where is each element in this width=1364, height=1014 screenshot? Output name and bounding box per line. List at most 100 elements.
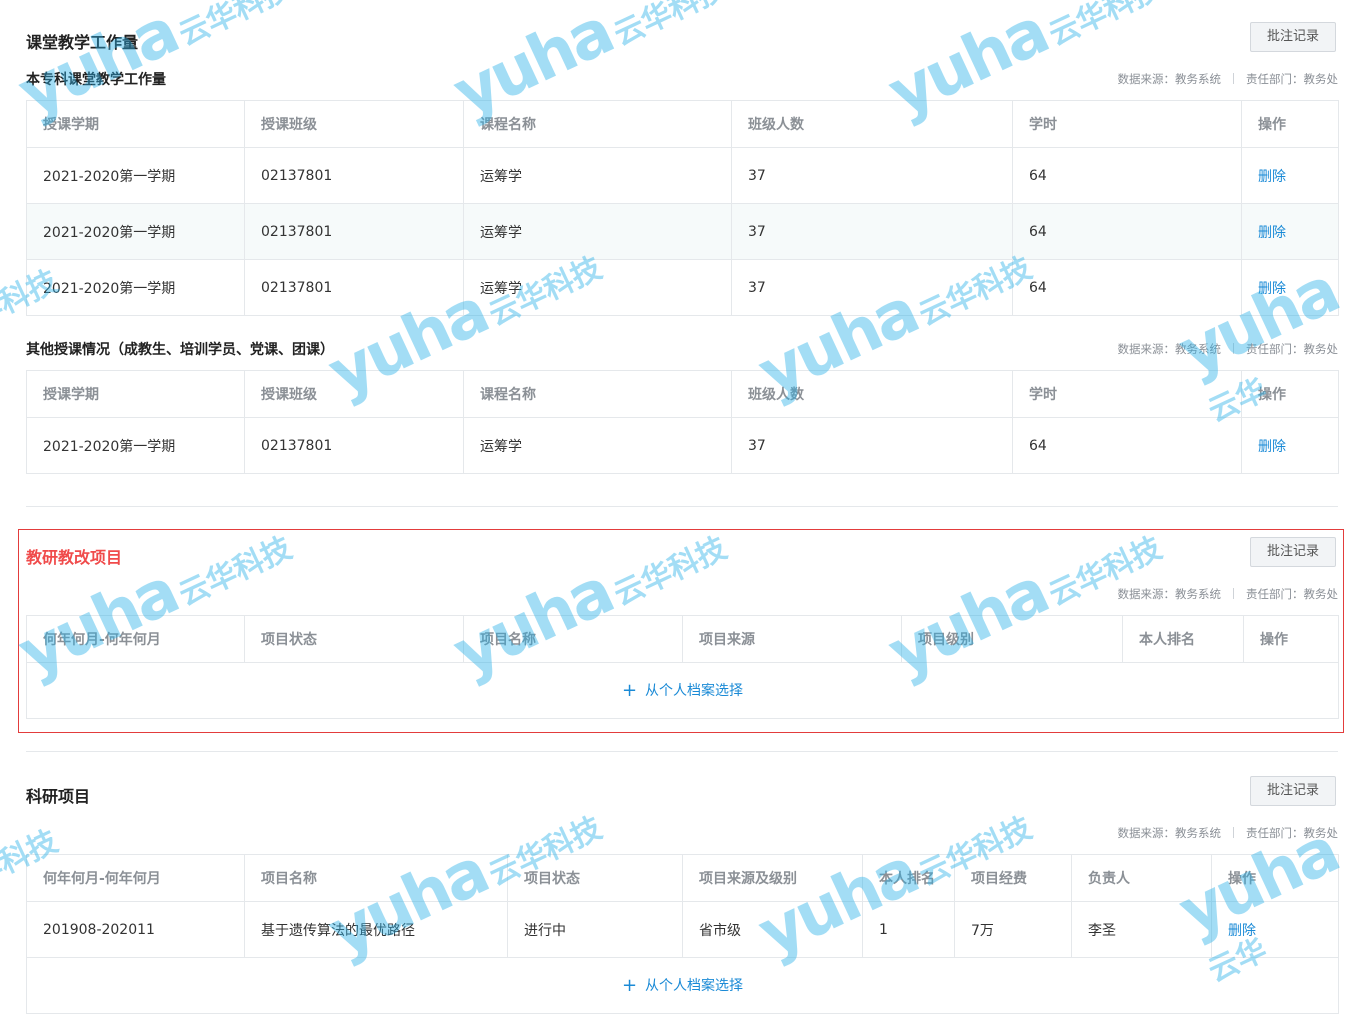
- subtitle-main-teaching: 本专科课堂教学工作量: [26, 72, 166, 88]
- cell-term: 2021-2020第一学期: [26, 417, 245, 474]
- cell-course: 运筹学: [463, 259, 732, 316]
- cell-action: 删除: [1241, 259, 1339, 316]
- col-header: 授课班级: [244, 100, 464, 148]
- cell-action: 删除: [1211, 901, 1339, 958]
- annotate-button-reform[interactable]: 批注记录: [1250, 537, 1336, 567]
- col-header: 项目状态: [244, 615, 464, 663]
- main-teaching-table: 授课学期 授课班级 课程名称 班级人数 学时 操作 2021-2020第一学期 …: [26, 100, 1339, 316]
- table-header-row: 何年何月-何年何月 项目状态 项目名称 项目来源 项目级别 本人排名 操作: [26, 615, 1339, 663]
- cell-class: 02137801: [244, 259, 464, 316]
- plus-icon: +: [621, 975, 638, 996]
- cell-action: 删除: [1241, 147, 1339, 204]
- cell-funding: 7万: [954, 901, 1072, 958]
- col-header: 项目级别: [901, 615, 1123, 663]
- annotate-button-research[interactable]: 批注记录: [1250, 776, 1336, 806]
- cell-class: 02137801: [244, 203, 464, 260]
- delete-link[interactable]: 删除: [1258, 281, 1286, 297]
- section-divider: [26, 506, 1338, 507]
- cell-term: 2021-2020第一学期: [26, 203, 245, 260]
- cell-class: 02137801: [244, 147, 464, 204]
- col-header: 授课班级: [244, 370, 464, 418]
- data-source-text: 数据来源：教务系统: [1117, 826, 1222, 840]
- col-header: 项目来源: [682, 615, 902, 663]
- section-divider: [26, 751, 1338, 752]
- col-header: 何年何月-何年何月: [26, 615, 245, 663]
- col-header: 班级人数: [731, 100, 1013, 148]
- data-source-text: 数据来源：教务系统: [1117, 587, 1222, 601]
- cell-source-level: 省市级: [682, 901, 863, 958]
- cell-action: 删除: [1241, 203, 1339, 260]
- cell-class: 02137801: [244, 417, 464, 474]
- cell-leader: 李圣: [1071, 901, 1212, 958]
- cell-course: 运筹学: [463, 203, 732, 260]
- add-from-profile-label: 从个人档案选择: [645, 683, 744, 699]
- cell-term: 2021-2020第一学期: [26, 147, 245, 204]
- delete-link[interactable]: 删除: [1258, 439, 1286, 455]
- meta-main-teaching: 数据来源：教务系统 责任部门：教务处: [1118, 71, 1339, 87]
- table-row: 201908-202011 基于遗传算法的最优路径 进行中 省市级 1 7万 李…: [26, 901, 1339, 958]
- cell-rank: 1: [862, 901, 955, 958]
- col-header: 操作: [1243, 615, 1339, 663]
- table-row: 2021-2020第一学期 02137801 运筹学 37 64 删除: [26, 259, 1339, 316]
- data-source-text: 数据来源：教务系统: [1117, 72, 1222, 86]
- cell-count: 37: [731, 203, 1013, 260]
- col-header: 学时: [1012, 370, 1242, 418]
- cell-hours: 64: [1012, 147, 1242, 204]
- table-header-row: 何年何月-何年何月 项目名称 项目状态 项目来源及级别 本人排名 项目经费 负责…: [26, 854, 1339, 902]
- data-source-text: 数据来源：教务系统: [1117, 342, 1222, 356]
- col-header: 操作: [1241, 370, 1339, 418]
- annotate-button-teaching[interactable]: 批注记录: [1250, 22, 1336, 52]
- plus-icon: +: [621, 680, 638, 701]
- cell-term: 2021-2020第一学期: [26, 259, 245, 316]
- delete-link[interactable]: 删除: [1228, 923, 1256, 939]
- dept-text: 责任部门：教务处: [1246, 826, 1338, 840]
- cell-course: 运筹学: [463, 417, 732, 474]
- col-header: 课程名称: [463, 100, 732, 148]
- table-row: 2021-2020第一学期 02137801 运筹学 37 64 删除: [26, 203, 1339, 260]
- table-header-row: 授课学期 授课班级 课程名称 班级人数 学时 操作: [26, 100, 1339, 148]
- table-row: 2021-2020第一学期 02137801 运筹学 37 64 删除: [26, 147, 1339, 204]
- section-title-teaching: 课堂教学工作量: [26, 33, 139, 52]
- add-from-profile-button[interactable]: + 从个人档案选择: [621, 680, 744, 701]
- reform-table: 何年何月-何年何月 项目状态 项目名称 项目来源 项目级别 本人排名 操作 + 从…: [26, 615, 1339, 719]
- cell-status: 进行中: [507, 901, 683, 958]
- meta-research: 数据来源：教务系统 责任部门：教务处: [1118, 825, 1339, 841]
- table-row: 2021-2020第一学期 02137801 运筹学 37 64 删除: [26, 417, 1339, 474]
- add-row: + 从个人档案选择: [26, 957, 1339, 1014]
- col-header: 项目经费: [954, 854, 1072, 902]
- dept-text: 责任部门：教务处: [1246, 342, 1338, 356]
- section-title-research: 科研项目: [26, 787, 91, 806]
- add-from-profile-cell: + 从个人档案选择: [26, 662, 1339, 719]
- table-header-row: 授课学期 授课班级 课程名称 班级人数 学时 操作: [26, 370, 1339, 418]
- col-header: 何年何月-何年何月: [26, 854, 245, 902]
- col-header: 本人排名: [1122, 615, 1244, 663]
- col-header: 项目名称: [463, 615, 683, 663]
- col-header: 本人排名: [862, 854, 955, 902]
- cell-hours: 64: [1012, 259, 1242, 316]
- dept-text: 责任部门：教务处: [1246, 72, 1338, 86]
- cell-count: 37: [731, 417, 1013, 474]
- meta-other-teaching: 数据来源：教务系统 责任部门：教务处: [1118, 341, 1339, 357]
- section-title-reform: 教研教改项目: [26, 548, 123, 567]
- subtitle-other-teaching: 其他授课情况（成教生、培训学员、党课、团课）: [26, 342, 334, 358]
- col-header: 操作: [1211, 854, 1339, 902]
- add-from-profile-label: 从个人档案选择: [645, 978, 744, 994]
- cell-hours: 64: [1012, 417, 1242, 474]
- cell-action: 删除: [1241, 417, 1339, 474]
- col-header: 项目来源及级别: [682, 854, 863, 902]
- col-header: 学时: [1012, 100, 1242, 148]
- add-from-profile-cell: + 从个人档案选择: [26, 957, 1339, 1014]
- add-from-profile-button[interactable]: + 从个人档案选择: [621, 975, 744, 996]
- other-teaching-table: 授课学期 授课班级 课程名称 班级人数 学时 操作 2021-2020第一学期 …: [26, 370, 1339, 474]
- cell-course: 运筹学: [463, 147, 732, 204]
- delete-link[interactable]: 删除: [1258, 225, 1286, 241]
- meta-reform: 数据来源：教务系统 责任部门：教务处: [1118, 586, 1339, 602]
- col-header: 课程名称: [463, 370, 732, 418]
- col-header: 负责人: [1071, 854, 1212, 902]
- cell-count: 37: [731, 147, 1013, 204]
- col-header: 项目名称: [244, 854, 508, 902]
- delete-link[interactable]: 删除: [1258, 169, 1286, 185]
- cell-period: 201908-202011: [26, 901, 245, 958]
- col-header: 授课学期: [26, 100, 245, 148]
- dept-text: 责任部门：教务处: [1246, 587, 1338, 601]
